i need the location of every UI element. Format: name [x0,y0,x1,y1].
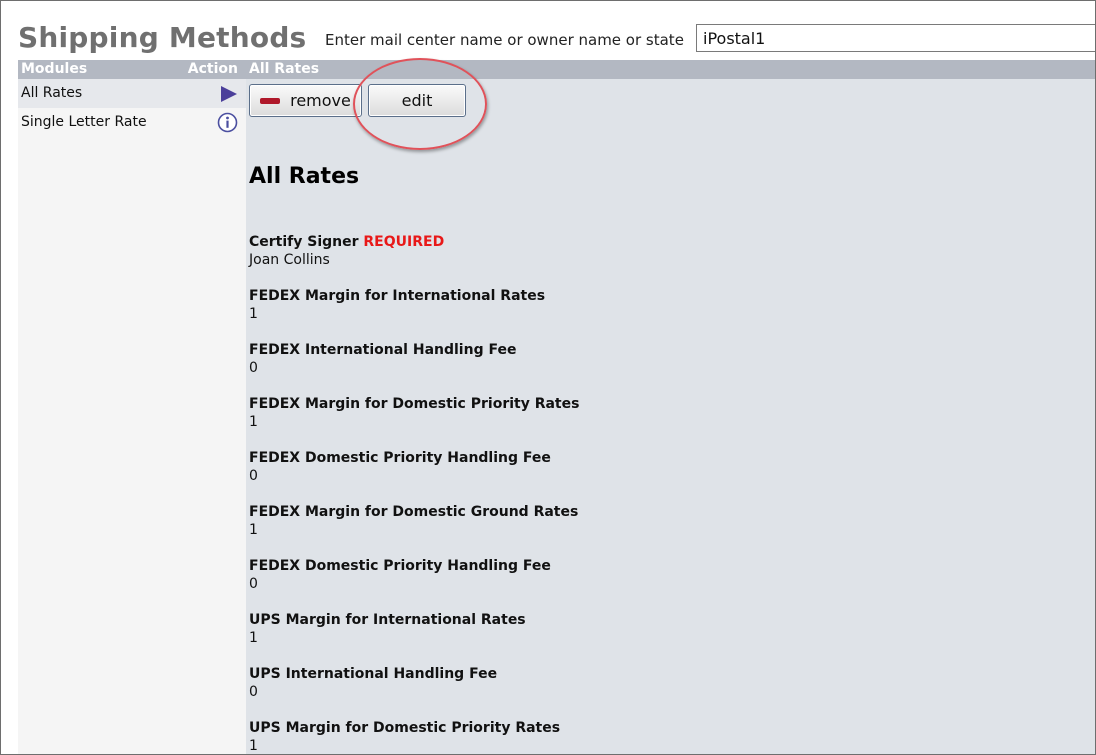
edit-button-label: edit [401,91,433,110]
field-label: UPS Margin for Domestic Priority Rates [249,720,561,736]
field-value: 1 [249,522,258,538]
field-label: FEDEX Margin for Domestic Priority Rates [249,396,580,412]
field-label: FEDEX Domestic Priority Handling Fee [249,558,551,574]
list-item: FEDEX Margin for Domestic Ground Rates 1 [249,503,1089,557]
list-item: UPS Margin for International Rates 1 [249,611,1089,665]
field-label: UPS Margin for International Rates [249,612,526,628]
list-item: FEDEX Domestic Priority Handling Fee 0 [249,449,1089,503]
field-value: 1 [249,630,258,646]
action-column-header: Action [187,61,238,77]
sidebar-header: Modules Action [18,60,246,79]
main-panel: All Rates remove edit All Rates Certify … [246,58,1095,754]
field-value: 1 [249,738,258,754]
play-icon[interactable] [221,85,237,102]
search-input[interactable] [696,24,1095,52]
field-label: FEDEX Domestic Priority Handling Fee [249,450,551,466]
field-value: 1 [249,306,258,322]
page-title: Shipping Methods [18,21,307,54]
field-value: 1 [249,414,258,430]
app-window: Shipping Methods Enter mail center name … [0,0,1096,755]
edit-button[interactable]: edit [368,84,466,117]
field-certify-signer: Certify Signer REQUIRED Joan Collins [249,233,1089,287]
field-label: Certify Signer REQUIRED [249,234,445,250]
required-badge: REQUIRED [363,234,445,250]
field-value: 0 [249,576,258,592]
field-label: UPS International Handling Fee [249,666,498,682]
modules-column-header: Modules [21,61,88,77]
field-value: Joan Collins [249,252,330,268]
list-item: UPS International Handling Fee 0 [249,665,1089,719]
field-label: FEDEX Margin for Domestic Ground Rates [249,504,579,520]
sidebar-item-label: All Rates [21,85,83,101]
field-value: 0 [249,468,258,484]
list-item: FEDEX Margin for Domestic Priority Rates… [249,395,1089,449]
remove-button-label: remove [290,91,351,110]
modules-sidebar: Modules Action All Rates Single Letter R… [18,60,246,754]
main-panel-header: All Rates [246,60,1095,79]
remove-button[interactable]: remove [249,84,362,117]
sidebar-item-all-rates[interactable]: All Rates [18,79,246,108]
list-item: FEDEX International Handling Fee 0 [249,341,1089,395]
list-item: FEDEX Domestic Priority Handling Fee 0 [249,557,1089,611]
rate-fields-list: Certify Signer REQUIRED Joan Collins FED… [249,233,1089,754]
sidebar-item-label: Single Letter Rate [21,114,147,130]
list-item: UPS Margin for Domestic Priority Rates 1 [249,719,1089,754]
sidebar-item-single-letter-rate[interactable]: Single Letter Rate [18,108,246,137]
section-title: All Rates [249,164,360,189]
field-label: FEDEX Margin for International Rates [249,288,546,304]
field-value: 0 [249,684,258,700]
info-icon[interactable] [217,112,238,133]
list-item: FEDEX Margin for International Rates 1 [249,287,1089,341]
field-label: FEDEX International Handling Fee [249,342,517,358]
field-value: 0 [249,360,258,376]
search-label: Enter mail center name or owner name or … [325,31,684,49]
minus-icon [260,97,281,104]
